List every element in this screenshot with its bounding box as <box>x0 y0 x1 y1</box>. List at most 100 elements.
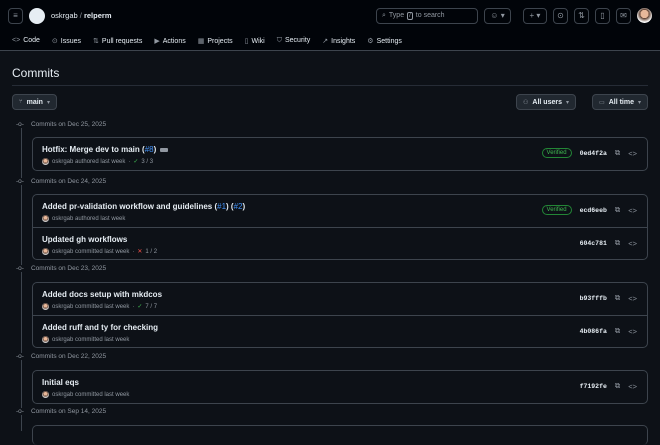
commit-meta: oskrgab committed last week · ✕ 1 / 2 <box>42 248 157 255</box>
commit-group-header: -o- Commits on Sep 14, 2025 <box>16 408 107 415</box>
group-date: Commits on Dec 24, 2025 <box>30 178 107 185</box>
commit-sha[interactable]: ecd6eeb <box>580 207 607 214</box>
time-filter[interactable]: ▭ All time ▾ <box>592 94 648 110</box>
author-avatar[interactable] <box>42 248 49 255</box>
tab-code[interactable]: <> Code <box>12 37 40 44</box>
browse-code-icon[interactable]: <> <box>628 206 637 215</box>
commit-title[interactable]: Initial eqs <box>42 378 79 387</box>
commit-title[interactable]: Added pr-validation workflow and guideli… <box>42 202 245 211</box>
tab-projects[interactable]: ▦ Projects <box>198 37 233 45</box>
tab-issues[interactable]: ⊙ Issues <box>52 37 81 45</box>
divider <box>12 85 648 86</box>
group-date: Commits on Dec 23, 2025 <box>30 265 107 272</box>
checks-count[interactable]: 7 / 7 <box>145 304 157 310</box>
issue-icon: ⊙ <box>51 37 58 45</box>
branch-icon: ⑂ <box>19 99 23 105</box>
copilot-button[interactable]: ☺ ▾ <box>484 7 511 24</box>
browse-code-icon[interactable]: <> <box>628 239 637 248</box>
commit-row: Added pr-validation workflow and guideli… <box>33 195 647 227</box>
author-avatar[interactable] <box>42 158 49 165</box>
copilot-icon: ☺ ▾ <box>490 11 505 20</box>
pr-link[interactable]: #1 <box>217 202 226 211</box>
expand-description-button[interactable] <box>160 147 169 152</box>
copy-icon[interactable]: ⧉ <box>615 293 620 303</box>
shield-icon: ⛉ <box>276 36 282 44</box>
graph-icon: ↗ <box>322 37 329 45</box>
branch-selector[interactable]: ⑂ main ▾ <box>12 94 57 110</box>
commit-title[interactable]: Updated gh workflows <box>42 235 127 244</box>
repo-icon: ▯ <box>600 11 605 20</box>
user-avatar[interactable] <box>637 8 652 23</box>
page-title: Commits <box>12 66 60 80</box>
play-icon: ▶ <box>154 37 160 45</box>
repo-nav: <> Code ⊙ Issues ⇅ Pull requests ▶ Actions ▦… <box>0 31 660 51</box>
author-avatar[interactable] <box>42 215 49 222</box>
copy-icon[interactable]: ⧉ <box>615 238 620 248</box>
copy-icon[interactable]: ⧉ <box>615 148 620 158</box>
commit-title[interactable]: Added docs setup with mkdcos <box>42 290 162 299</box>
group-date: Commits on Dec 22, 2025 <box>30 353 107 360</box>
commit-title[interactable]: Hotfix: Merge dev to main (#8) <box>42 145 169 154</box>
search-icon: ⌕ <box>382 11 386 19</box>
commit-row: Updated gh workflows oskrgab committed la… <box>33 227 647 259</box>
pull-requests-button[interactable]: ⇅ <box>574 7 589 24</box>
commit-icon: -o- <box>16 178 24 185</box>
issue-icon: ⊙ <box>557 11 564 20</box>
checks-count[interactable]: 1 / 2 <box>145 249 157 255</box>
commit-row: Initial eqs oskrgab committed last week f7… <box>33 371 647 403</box>
check-icon[interactable]: ✓ <box>137 303 142 310</box>
commit-meta: oskrgab committed last week <box>42 391 129 398</box>
commit-sha[interactable]: b93fffb <box>580 295 607 302</box>
copy-icon[interactable]: ⧉ <box>615 381 620 391</box>
commit-actions: Verified ecd6eeb ⧉ <> <box>541 205 637 215</box>
commit-group-header: -o- Commits on Dec 23, 2025 <box>16 265 107 272</box>
group-date: Commits on Sep 14, 2025 <box>30 408 107 415</box>
tab-security[interactable]: ⛉ Security <box>277 37 311 45</box>
commit-icon: -o- <box>16 265 24 272</box>
inbox-button[interactable]: ✉ <box>616 7 631 24</box>
create-new-button[interactable]: + ▾ <box>523 7 547 24</box>
commit-group-header: -o- Commits on Dec 25, 2025 <box>16 121 107 128</box>
commit-sha[interactable]: 604c781 <box>580 240 607 247</box>
verified-badge[interactable]: Verified <box>541 205 572 215</box>
search-input[interactable]: ⌕ Type / to search <box>376 7 478 24</box>
commit-row: Hotfix: Merge dev to main (#8) oskrgab au… <box>33 138 647 170</box>
browse-code-icon[interactable]: <> <box>628 149 637 158</box>
commit-sha[interactable]: 4b086fa <box>580 328 607 335</box>
browse-code-icon[interactable]: <> <box>628 382 637 391</box>
commit-title[interactable]: Added ruff and ty for checking <box>42 323 158 332</box>
browse-code-icon[interactable]: <> <box>628 294 637 303</box>
owner-link[interactable]: oskrgab <box>51 11 78 20</box>
tab-insights[interactable]: ↗ Insights <box>322 37 355 45</box>
group-date: Commits on Dec 25, 2025 <box>30 121 107 128</box>
menu-button[interactable]: ≡ <box>8 7 23 24</box>
commit-actions: b93fffb ⧉ <> <box>580 293 637 303</box>
copy-icon[interactable]: ⧉ <box>615 205 620 215</box>
commit-sha[interactable]: f7192fe <box>580 383 607 390</box>
tab-actions[interactable]: ▶ Actions <box>154 37 185 45</box>
commit-meta: oskrgab committed last week · ✓ 7 / 7 <box>42 303 157 310</box>
author-avatar[interactable] <box>42 391 49 398</box>
copy-icon[interactable]: ⧉ <box>615 326 620 336</box>
repo-link[interactable]: relperm <box>84 11 112 20</box>
x-icon[interactable]: ✕ <box>137 248 142 255</box>
browse-code-icon[interactable]: <> <box>628 327 637 336</box>
github-logo-icon[interactable] <box>29 7 45 24</box>
commit-meta: oskrgab committed last week <box>42 336 129 343</box>
pr-link[interactable]: #8 <box>145 145 154 154</box>
author-avatar[interactable] <box>42 336 49 343</box>
issues-button[interactable]: ⊙ <box>553 7 568 24</box>
tab-wiki[interactable]: ▯ Wiki <box>245 37 265 45</box>
checks-count[interactable]: 3 / 3 <box>141 159 153 165</box>
commit-sha[interactable]: 0ed4f2a <box>580 150 607 157</box>
book-icon: ▯ <box>244 37 249 45</box>
tab-settings[interactable]: ⚙ Settings <box>367 37 402 45</box>
pr-link[interactable]: #2 <box>234 202 243 211</box>
inbox-icon: ✉ <box>620 11 627 20</box>
tab-pull-requests[interactable]: ⇅ Pull requests <box>93 37 142 45</box>
author-avatar[interactable] <box>42 303 49 310</box>
verified-badge[interactable]: Verified <box>541 148 572 158</box>
users-filter[interactable]: ⚇ All users ▾ <box>516 94 576 110</box>
check-icon[interactable]: ✓ <box>133 158 138 165</box>
repositories-button[interactable]: ▯ <box>595 7 610 24</box>
